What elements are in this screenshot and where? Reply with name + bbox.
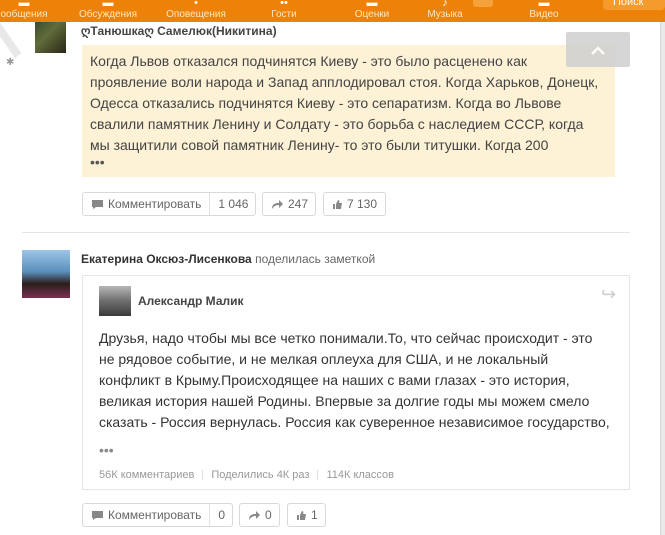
reshare-button[interactable]: 247 bbox=[262, 192, 316, 216]
thumbs-up-icon bbox=[333, 200, 342, 210]
like-button[interactable]: 7 130 bbox=[323, 192, 386, 216]
avatar[interactable] bbox=[35, 22, 66, 53]
share-arrow-icon[interactable]: ↪ bbox=[601, 284, 616, 305]
note-text: Друзья, надо чтобы мы все четко понимали… bbox=[99, 330, 610, 430]
nav-label: Музыка bbox=[427, 9, 463, 20]
post-text-box: Когда Львов отказался подчинятся Киеву -… bbox=[82, 45, 615, 177]
post-text: Когда Львов отказался подчинятся Киеву -… bbox=[90, 53, 599, 153]
note-author-link[interactable]: Александр Малик bbox=[138, 294, 244, 308]
stat-likes[interactable]: 114К классов bbox=[326, 469, 394, 481]
reshare-icon bbox=[249, 511, 260, 521]
top-nav-bar: ▬ ообщения ▬ Обсуждения • Оповещения •• … bbox=[0, 0, 665, 22]
nav-item-messages[interactable]: ▬ ообщения bbox=[0, 0, 48, 22]
comment-label: Комментировать bbox=[108, 197, 202, 211]
reshare-count: 0 bbox=[265, 508, 272, 522]
comment-button[interactable]: Комментировать 1 046 bbox=[82, 192, 256, 216]
comment-count: 1 046 bbox=[218, 197, 249, 211]
nav-label: Видео bbox=[529, 9, 559, 20]
search-button[interactable]: Поиск bbox=[603, 0, 665, 10]
nav-label: Оповещения bbox=[166, 9, 226, 20]
comment-label: Комментировать bbox=[108, 508, 202, 522]
nav-item-notifications[interactable]: • Оповещения bbox=[164, 0, 228, 22]
nav-item-discussions[interactable]: ▬ Обсуждения bbox=[76, 0, 140, 22]
ratings-icon: ▬ bbox=[366, 0, 378, 9]
share-action-text: поделилась заметкой bbox=[255, 252, 376, 266]
comment-icon bbox=[92, 511, 103, 521]
like-button[interactable]: 1 bbox=[287, 503, 326, 527]
music-badge bbox=[473, 0, 493, 7]
nav-label: Оценки bbox=[354, 9, 390, 20]
avatar[interactable] bbox=[99, 286, 131, 316]
nav-item-video[interactable]: ▬ Видео bbox=[522, 0, 566, 22]
stat-shares[interactable]: Поделились 4К раз bbox=[211, 469, 309, 481]
scrollbar[interactable] bbox=[660, 22, 665, 535]
scroll-to-top-button[interactable] bbox=[566, 32, 630, 67]
post-author-link[interactable]: ღТанюшкаღ Самелюк(Никитина) bbox=[81, 24, 277, 38]
chevron-up-icon bbox=[591, 46, 605, 55]
share-header: Екатерина Оксюз-Лисенкова поделилась зам… bbox=[81, 252, 375, 266]
avatar[interactable] bbox=[22, 250, 70, 298]
notifications-icon: • bbox=[194, 0, 198, 9]
post-divider bbox=[22, 232, 630, 233]
reshare-icon bbox=[272, 200, 283, 210]
discussions-icon: ▬ bbox=[102, 0, 114, 9]
decorative-dot-icon: ✱ bbox=[6, 57, 15, 68]
like-count: 1 bbox=[311, 508, 318, 522]
thumbs-up-icon bbox=[297, 511, 306, 521]
more-text-button[interactable]: ••• bbox=[99, 442, 114, 458]
music-icon: ♪ bbox=[442, 0, 448, 9]
video-icon: ▬ bbox=[538, 0, 550, 9]
shared-note-card[interactable]: Александр Малик ↪ Друзья, надо чтобы мы … bbox=[82, 275, 630, 490]
comment-button[interactable]: Комментировать 0 bbox=[82, 503, 233, 527]
messages-icon: ▬ bbox=[18, 0, 30, 9]
reshare-button[interactable]: 0 bbox=[239, 503, 280, 527]
comment-count: 0 bbox=[218, 508, 226, 522]
nav-item-ratings[interactable]: ▬ Оценки bbox=[350, 0, 394, 22]
nav-label: Гости bbox=[271, 9, 297, 20]
note-stats: 56К комментариев Поделились 4К раз 114К кл… bbox=[99, 469, 394, 481]
guests-icon: •• bbox=[280, 0, 288, 9]
nav-label: ообщения bbox=[0, 9, 48, 20]
sharer-link[interactable]: Екатерина Оксюз-Лисенкова bbox=[81, 252, 252, 266]
stat-comments[interactable]: 56К комментариев bbox=[99, 469, 194, 481]
comment-icon bbox=[92, 200, 103, 210]
more-text-button[interactable]: ••• bbox=[90, 155, 607, 169]
nav-label: Обсуждения bbox=[78, 9, 138, 20]
nav-item-music[interactable]: ♪ Музыка bbox=[423, 0, 467, 22]
reshare-count: 247 bbox=[288, 197, 309, 211]
nav-item-guests[interactable]: •• Гости bbox=[262, 0, 306, 22]
like-count: 7 130 bbox=[347, 197, 378, 211]
